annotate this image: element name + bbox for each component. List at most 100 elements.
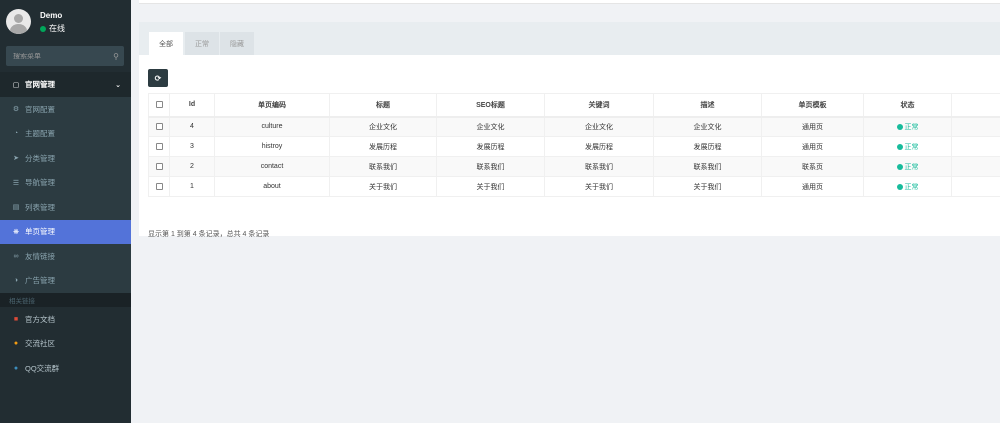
user-status: 在线 (40, 23, 65, 34)
chevron-down-icon: ⌄ (115, 81, 121, 89)
sidebar-item-docs[interactable]: ■ 官方文档 (0, 307, 131, 332)
cell-template: 通用页 (761, 176, 864, 197)
column-header[interactable]: 状态 (863, 93, 952, 118)
puzzle-icon: ❋ (13, 228, 19, 236)
sidebar-item-category[interactable]: ➤ 分类管理 (0, 146, 131, 171)
status-badge[interactable]: 正常 (896, 182, 919, 192)
row-checkbox[interactable] (155, 123, 163, 131)
status-label: 正常 (904, 143, 919, 151)
menu-search: ⚲ (6, 46, 124, 66)
status-badge[interactable]: 正常 (896, 142, 919, 152)
cell-title: 企业文化 (329, 116, 437, 137)
row-checkbox[interactable] (155, 142, 163, 150)
tab-all[interactable]: 全部 (149, 32, 183, 55)
sidebar-item-ads[interactable]: ◑ 广告管理 (0, 268, 131, 293)
column-header[interactable]: 单页模板 (761, 93, 864, 118)
select-all-cell (148, 93, 170, 118)
cell-desc: 联系我们 (653, 156, 762, 177)
sidebar-item-label: 友情链接 (25, 251, 55, 261)
sidebar-item-label: 导航管理 (25, 178, 55, 188)
sidebar-item-theme-config[interactable]: ◔ 主题配置 (0, 121, 131, 146)
sidebar-item-navigation[interactable]: ☰ 导航管理 (0, 170, 131, 195)
sidebar-item-site-config[interactable]: ⚙ 官网配置 (0, 97, 131, 122)
sidebar-item-single-page[interactable]: ❋ 单页管理 (0, 219, 131, 244)
column-header[interactable]: 单页编码 (214, 93, 330, 118)
cell-empty (951, 176, 1000, 197)
table-row[interactable]: 4 culture 企业文化 企业文化 企业文化 企业文化 通用页 正常 (148, 116, 1000, 137)
cell-empty (951, 136, 1000, 157)
content-panel: 全部 正常 隐藏 ⟳ Id 单页编码 标题 SEO标题 关键词 描述 单页模板 (139, 22, 1000, 238)
comments-icon: ● (13, 340, 19, 348)
cell-title: 联系我们 (329, 156, 437, 177)
row-checkbox-cell (148, 136, 170, 157)
sidebar-item-label: 主题配置 (25, 129, 55, 139)
gear-icon: ⚙ (12, 106, 20, 114)
column-header[interactable]: Id (169, 93, 215, 118)
table-row[interactable]: 2 contact 联系我们 联系我们 联系我们 联系我们 联系页 正常 (148, 156, 1000, 177)
column-header[interactable]: 关键词 (544, 93, 654, 118)
status-label: 正常 (904, 123, 919, 131)
table-row[interactable]: 3 histroy 发展历程 发展历程 发展历程 发展历程 通用页 正常 (148, 136, 1000, 157)
column-header[interactable]: 描述 (653, 93, 762, 118)
tab-hidden[interactable]: 隐藏 (220, 32, 254, 55)
cell-code: about (214, 176, 330, 197)
sidebar-item-qq-group[interactable]: ● QQ交流群 (0, 356, 131, 381)
sidebar-item-label: 分类管理 (25, 153, 55, 163)
status-dot-icon (896, 183, 903, 190)
table-header-row: Id 单页编码 标题 SEO标题 关键词 描述 单页模板 状态 (148, 93, 1000, 118)
cell-title: 关于我们 (329, 176, 437, 197)
cell-keywords: 关于我们 (544, 176, 654, 197)
cell-id: 1 (169, 176, 215, 197)
sidebar-item-label: 官方文档 (25, 314, 55, 324)
row-checkbox[interactable] (155, 162, 163, 170)
search-icon[interactable]: ⚲ (108, 52, 124, 61)
online-dot-icon (40, 25, 46, 32)
cell-seo: 发展历程 (436, 136, 545, 157)
sidebar-item-label: 广告管理 (25, 276, 55, 286)
cell-status: 正常 (863, 136, 952, 157)
status-label: 正常 (904, 163, 919, 171)
qq-icon: ● (13, 364, 19, 372)
main-content: 全部 正常 隐藏 ⟳ Id 单页编码 标题 SEO标题 关键词 描述 单页模板 (131, 0, 1000, 423)
cell-status: 正常 (863, 116, 952, 137)
sidebar-item-friend-links[interactable]: ∞ 友情链接 (0, 244, 131, 269)
sidebar-item-community[interactable]: ● 交流社区 (0, 332, 131, 357)
cell-template: 通用页 (761, 116, 864, 137)
cell-desc: 企业文化 (653, 116, 762, 137)
column-header[interactable]: SEO标题 (436, 93, 545, 118)
row-checkbox[interactable] (155, 182, 163, 190)
sidebar-item-list[interactable]: ▤ 列表管理 (0, 195, 131, 220)
status-badge[interactable]: 正常 (896, 162, 919, 172)
top-strip (139, 0, 1000, 4)
sidebar-item-label: 单页管理 (25, 227, 55, 237)
sidebar-item-website-management[interactable]: ▢ 官网管理 ⌄ (0, 72, 131, 97)
sidebar-item-label: 列表管理 (25, 202, 55, 212)
cell-code: contact (214, 156, 330, 177)
monitor-icon: ▢ (12, 81, 20, 89)
tab-normal[interactable]: 正常 (185, 32, 219, 55)
cell-keywords: 联系我们 (544, 156, 654, 177)
table-row[interactable]: 1 about 关于我们 关于我们 关于我们 关于我们 通用页 正常 (148, 176, 1000, 197)
sidebar-item-label: 官网管理 (25, 80, 55, 89)
send-icon: ➤ (13, 155, 19, 163)
cell-code: histroy (214, 136, 330, 157)
avatar[interactable] (6, 9, 31, 34)
row-checkbox-cell (148, 176, 170, 197)
status-label: 正常 (904, 183, 919, 191)
cell-id: 4 (169, 116, 215, 137)
cell-keywords: 发展历程 (544, 136, 654, 157)
menu-search-input[interactable] (6, 52, 108, 60)
column-header[interactable]: 标题 (329, 93, 437, 118)
list-icon: ▤ (12, 204, 20, 212)
refresh-button[interactable]: ⟳ (148, 69, 168, 87)
cell-template: 联系页 (761, 156, 864, 177)
pages-table: Id 单页编码 标题 SEO标题 关键词 描述 单页模板 状态 4 cultur… (148, 93, 1000, 197)
book-icon: ■ (13, 315, 19, 323)
sidebar: Demo 在线 ⚲ ▢ 官网管理 ⌄ ⚙ 官网配置 ◔ 主题配置 ➤ 分类管理 … (0, 0, 131, 423)
select-all-checkbox[interactable] (155, 101, 163, 109)
status-dot-icon (896, 123, 903, 130)
status-badge[interactable]: 正常 (896, 122, 919, 132)
cell-status: 正常 (863, 156, 952, 177)
cell-desc: 发展历程 (653, 136, 762, 157)
user-status-label: 在线 (49, 24, 65, 33)
